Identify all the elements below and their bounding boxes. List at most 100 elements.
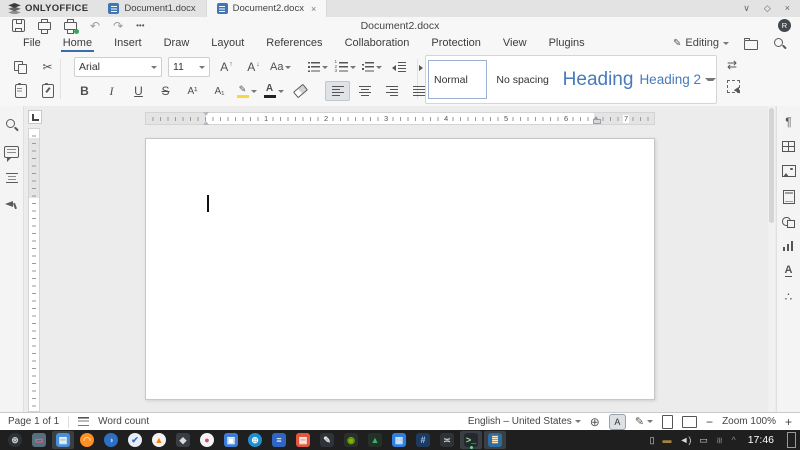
highlight-color-button[interactable]: ✎: [234, 81, 259, 101]
taskbar-app-screenshot-tool[interactable]: ▭: [28, 431, 50, 449]
superscript-button[interactable]: A¹: [180, 81, 205, 101]
taskbar-app-drawing-app[interactable]: ✎: [316, 431, 338, 449]
zoom-out-icon[interactable]: −: [706, 415, 713, 429]
left-indent-marker[interactable]: [202, 121, 209, 125]
subscript-button[interactable]: A₁: [207, 81, 232, 101]
scrollbar-thumb[interactable]: [769, 108, 774, 223]
tab-view[interactable]: View: [492, 34, 538, 52]
comments-icon[interactable]: [4, 146, 19, 162]
tab-protection[interactable]: Protection: [420, 34, 492, 52]
taskbar-app-onlyoffice[interactable]: ≣: [484, 431, 506, 449]
open-file-location-icon[interactable]: [743, 37, 758, 50]
tab-insert[interactable]: Insert: [103, 34, 153, 52]
align-left-button[interactable]: [325, 81, 350, 101]
tab-document1[interactable]: Document1.docx: [98, 0, 205, 17]
taskbar-app-presentation-app[interactable]: ▤: [292, 431, 314, 449]
fit-to-width-icon[interactable]: [682, 415, 698, 428]
set-document-language-icon[interactable]: ⊕: [590, 415, 600, 429]
taskbar-app-internet-browser[interactable]: ⊕: [244, 431, 266, 449]
tab-home[interactable]: Home: [52, 34, 103, 52]
quick-print-icon[interactable]: [64, 19, 79, 34]
copy-style-button[interactable]: [35, 81, 60, 101]
minimize-icon[interactable]: ∨: [743, 3, 750, 14]
close-icon[interactable]: ×: [785, 3, 790, 14]
select-all-icon[interactable]: [727, 80, 740, 93]
clear-style-button[interactable]: [288, 81, 313, 101]
maximize-icon[interactable]: ◇: [764, 3, 771, 14]
align-right-button[interactable]: [379, 81, 404, 101]
redo-icon[interactable]: ↷: [113, 20, 123, 32]
save-icon[interactable]: [12, 19, 25, 32]
style-no-spacing[interactable]: No spacing: [489, 74, 560, 86]
find-icon[interactable]: [5, 118, 18, 131]
taskbar-app-browser[interactable]: ◑: [100, 431, 122, 449]
volume-icon[interactable]: ◄): [680, 435, 692, 445]
taskbar-app-media-player[interactable]: ●: [196, 431, 218, 449]
tab-draw[interactable]: Draw: [153, 34, 201, 52]
taskbar-app-document-viewer[interactable]: ▣: [220, 431, 242, 449]
tray-expand-icon[interactable]: ^: [731, 435, 735, 445]
table-settings-icon[interactable]: [782, 141, 795, 152]
numbering-button[interactable]: [332, 57, 357, 77]
copy-button[interactable]: [8, 57, 33, 77]
multilevel-list-button[interactable]: [360, 57, 385, 77]
search-icon[interactable]: [773, 37, 786, 50]
taskbar-app-calculator[interactable]: #: [412, 431, 434, 449]
feedback-icon[interactable]: [5, 199, 18, 210]
horizontal-ruler[interactable]: 1 2 3 4 5 6 7: [145, 112, 655, 125]
zoom-in-icon[interactable]: +: [785, 415, 792, 429]
tab-collaboration[interactable]: Collaboration: [334, 34, 421, 52]
taskbar-app-settings-manager[interactable]: ≍: [436, 431, 458, 449]
tab-plugins[interactable]: Plugins: [538, 34, 596, 52]
chart-settings-icon[interactable]: [783, 241, 794, 251]
bold-button[interactable]: B: [72, 81, 97, 101]
clipboard-tray-icon[interactable]: ▯: [650, 435, 655, 446]
header-footer-settings-icon[interactable]: [782, 190, 795, 204]
word-count-button[interactable]: Word count: [98, 416, 149, 427]
fit-to-page-icon[interactable]: [662, 414, 674, 429]
track-changes-control[interactable]: ✎: [635, 415, 654, 428]
taskbar-app-firefox[interactable]: ◠: [76, 431, 98, 449]
bullets-button[interactable]: [305, 57, 330, 77]
decrement-font-size-button[interactable]: A ↓: [241, 57, 266, 77]
vertical-scrollbar[interactable]: [768, 106, 775, 412]
font-size-select[interactable]: 11: [168, 57, 210, 77]
taskbar-app-toolbox[interactable]: ▦: [388, 431, 410, 449]
cut-button[interactable]: ✂: [35, 57, 60, 77]
tab-stop-selector[interactable]: [28, 110, 42, 124]
replace-icon[interactable]: ⇄: [727, 59, 740, 71]
first-line-indent-marker[interactable]: [202, 112, 209, 116]
navigation-icon[interactable]: [5, 173, 18, 184]
italic-button[interactable]: I: [99, 81, 124, 101]
tab-file[interactable]: File: [12, 34, 52, 52]
taskbar-app-tasks-app[interactable]: ✔: [124, 431, 146, 449]
styles-gallery-expand-icon[interactable]: [705, 78, 716, 81]
network-icon[interactable]: ≋: [714, 436, 725, 444]
taskbar-app-photo-viewer[interactable]: ▲: [364, 431, 386, 449]
taskbar-app-text-editor[interactable]: ≡: [268, 431, 290, 449]
style-heading-1[interactable]: Heading: [561, 69, 636, 91]
taskbar-app-app-menu[interactable]: ⊛: [4, 431, 26, 449]
undo-icon[interactable]: ↶: [90, 20, 100, 32]
taskbar-app-vlc[interactable]: ▲: [148, 431, 170, 449]
tab-layout[interactable]: Layout: [200, 34, 255, 52]
tab-document2[interactable]: Document2.docx ×: [205, 0, 328, 17]
taskbar-app-terminal[interactable]: >_: [460, 431, 482, 449]
style-normal[interactable]: Normal: [428, 60, 488, 99]
vertical-ruler[interactable]: [28, 128, 40, 412]
paragraph-settings-icon[interactable]: ¶: [785, 116, 791, 128]
editing-mode-selector[interactable]: ✎ Editing: [673, 37, 729, 49]
user-avatar[interactable]: R: [778, 19, 791, 32]
spell-checking-icon[interactable]: A: [608, 413, 626, 430]
increment-font-size-button[interactable]: A ↑: [214, 57, 239, 77]
briefcase-tray-icon[interactable]: ▬: [663, 435, 672, 445]
font-name-select[interactable]: Arial: [74, 57, 162, 77]
right-indent-marker[interactable]: [593, 115, 601, 124]
print-icon[interactable]: [38, 19, 51, 34]
textart-settings-icon[interactable]: A: [784, 264, 793, 278]
decrease-indent-button[interactable]: [387, 57, 412, 77]
shape-settings-icon[interactable]: [782, 217, 795, 228]
show-desktop-button[interactable]: [787, 432, 796, 448]
taskbar-app-nvidia-settings[interactable]: ◉: [340, 431, 362, 449]
smartart-settings-icon[interactable]: ∴: [785, 290, 793, 304]
